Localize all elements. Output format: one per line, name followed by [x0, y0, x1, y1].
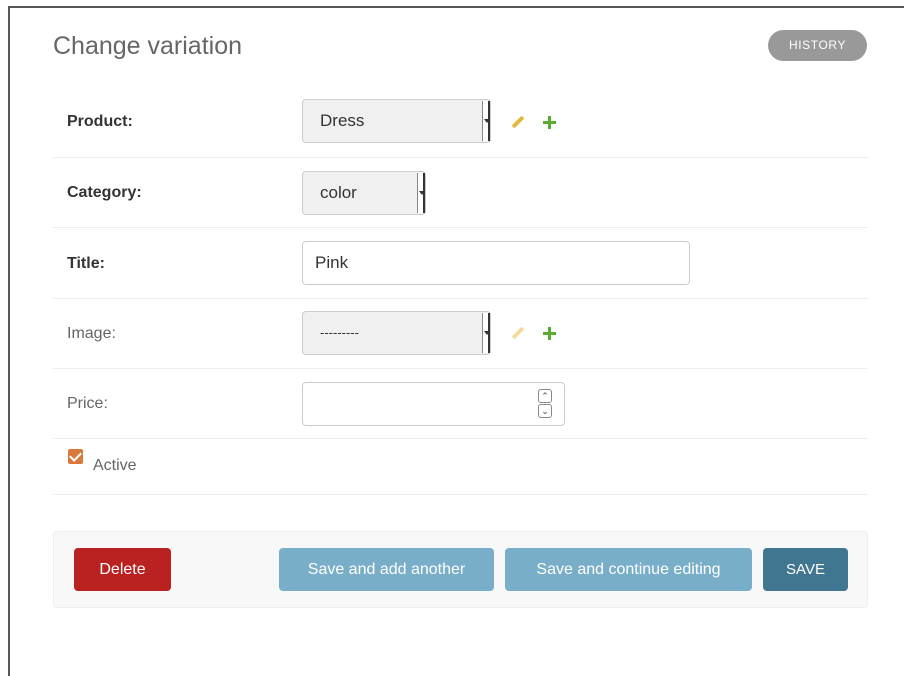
form-row-title: Title: Pink [53, 228, 868, 299]
delete-button[interactable]: Delete [74, 548, 171, 591]
history-button[interactable]: HISTORY [768, 30, 867, 61]
form-row-active: Active [53, 439, 868, 495]
form-row-category: Category: color [53, 158, 868, 228]
active-label: Active [93, 457, 137, 474]
submit-row: Delete Save and add another Save and con… [53, 531, 868, 608]
product-select-value: Dress [320, 111, 365, 130]
dropdown-arrow-icon [482, 101, 490, 141]
product-select[interactable]: Dress [302, 99, 491, 143]
save-button[interactable]: SAVE [763, 548, 848, 591]
image-label: Image: [67, 325, 116, 342]
form-row-product: Product: Dress [53, 87, 868, 158]
form-row-price: Price: ⌃ ⌄ [53, 369, 868, 439]
save-and-add-another-button[interactable]: Save and add another [279, 548, 494, 591]
title-label: Title: [67, 255, 105, 272]
title-input[interactable]: Pink [302, 241, 690, 285]
dropdown-arrow-icon [482, 313, 490, 353]
plus-icon[interactable] [543, 116, 556, 129]
dropdown-arrow-icon [417, 173, 425, 213]
category-select[interactable]: color [302, 171, 426, 215]
image-select[interactable]: --------- [302, 311, 491, 355]
form-row-image: Image: --------- [53, 299, 868, 369]
pencil-icon[interactable] [511, 115, 525, 129]
number-spinner[interactable]: ⌃ ⌄ [538, 389, 552, 419]
category-select-value: color [320, 183, 357, 202]
pencil-icon [511, 326, 525, 340]
page-title: Change variation [53, 32, 243, 60]
price-label: Price: [67, 395, 108, 412]
save-and-continue-button[interactable]: Save and continue editing [505, 548, 752, 591]
spinner-down-icon[interactable]: ⌄ [538, 404, 552, 418]
product-label: Product: [67, 113, 133, 130]
category-label: Category: [67, 184, 142, 201]
image-select-value: --------- [320, 325, 359, 340]
active-checkbox[interactable] [68, 449, 83, 464]
plus-icon[interactable] [543, 327, 556, 340]
spinner-up-icon[interactable]: ⌃ [538, 389, 552, 403]
price-input[interactable]: ⌃ ⌄ [302, 382, 565, 426]
